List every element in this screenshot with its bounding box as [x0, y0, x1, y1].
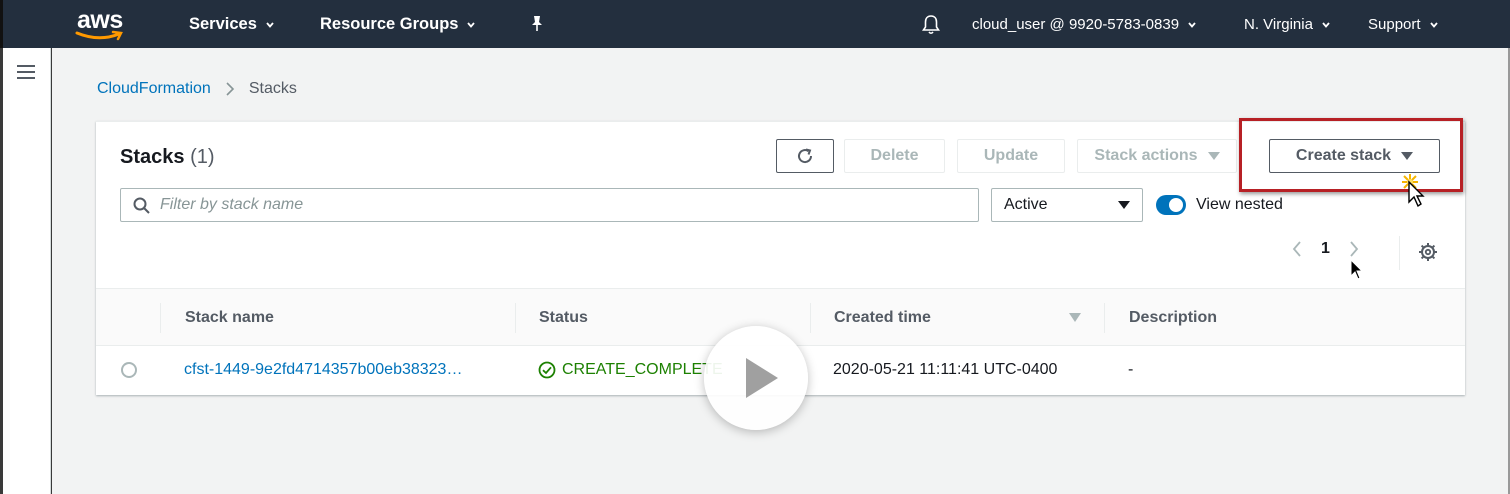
- pagination: 1: [1291, 240, 1360, 258]
- breadcrumb-cloudformation-link[interactable]: CloudFormation: [97, 80, 211, 98]
- delete-button[interactable]: Delete: [844, 139, 945, 173]
- stack-filter-search[interactable]: [120, 188, 979, 222]
- status-filter-select[interactable]: Active: [991, 188, 1143, 222]
- stack-count: (1): [190, 146, 215, 168]
- breadcrumb-current: Stacks: [248, 80, 297, 97]
- main-content: CloudFormation Stacks Stacks (1) Delete …: [52, 48, 1508, 494]
- services-menu[interactable]: Services: [189, 15, 275, 34]
- search-icon: [133, 197, 150, 214]
- description-cell: -: [1128, 361, 1134, 378]
- region-menu[interactable]: N. Virginia: [1244, 16, 1331, 33]
- view-nested-toggle[interactable]: [1156, 195, 1186, 215]
- column-header-description[interactable]: Description: [1129, 309, 1217, 327]
- account-menu[interactable]: cloud_user @ 9920-5783-0839: [972, 16, 1197, 33]
- play-icon: [746, 358, 778, 398]
- account-label: cloud_user @ 9920-5783-0839: [972, 16, 1180, 33]
- refresh-icon: [798, 148, 813, 164]
- panel-title: Stacks (1): [120, 146, 215, 169]
- breadcrumb: CloudFormation Stacks: [97, 80, 297, 98]
- status-text: CREATE_COMPLETE: [562, 361, 723, 378]
- video-play-button[interactable]: [704, 326, 808, 430]
- gear-icon[interactable]: [1418, 242, 1438, 262]
- pointer-cursor-icon: [1350, 258, 1363, 280]
- refresh-button[interactable]: [776, 139, 834, 173]
- column-divider: [515, 303, 516, 333]
- current-page-number[interactable]: 1: [1321, 240, 1330, 258]
- status-cell: CREATE_COMPLETE: [538, 361, 723, 379]
- resource-groups-menu[interactable]: Resource Groups: [320, 15, 476, 34]
- success-check-icon: [538, 361, 556, 379]
- hamburger-menu-icon[interactable]: [17, 65, 35, 79]
- chevron-down-icon: [1429, 21, 1438, 28]
- stack-actions-button[interactable]: Stack actions: [1077, 139, 1237, 173]
- support-label: Support: [1368, 16, 1421, 33]
- bell-icon[interactable]: [921, 14, 941, 36]
- row-select-radio[interactable]: [121, 362, 137, 378]
- panel-title-text: Stacks: [120, 146, 185, 168]
- aws-logo[interactable]: aws: [75, 6, 131, 42]
- chevron-right-icon: [226, 82, 234, 96]
- caret-down-icon: [1118, 201, 1130, 209]
- created-time-cell: 2020-05-21 11:11:41 UTC-0400: [833, 361, 1058, 378]
- chevron-down-icon: [467, 21, 476, 28]
- aws-smile-icon: [75, 30, 123, 41]
- column-header-created-time[interactable]: Created time: [834, 309, 931, 327]
- resource-groups-label: Resource Groups: [320, 15, 459, 33]
- region-label: N. Virginia: [1244, 16, 1313, 33]
- sort-descending-icon[interactable]: [1069, 313, 1081, 322]
- mouse-cursor-icon: [1402, 174, 1425, 208]
- column-divider: [810, 303, 811, 333]
- stack-name-link[interactable]: cfst-1449-9e2fd4714357b00eb38323…: [184, 361, 462, 379]
- divider: [1399, 236, 1400, 270]
- column-divider: [1104, 303, 1105, 333]
- support-menu[interactable]: Support: [1368, 16, 1439, 33]
- top-navigation-bar: aws Services Resource Groups cloud_user …: [0, 0, 1510, 48]
- side-navigation-rail: [3, 48, 51, 494]
- column-header-status[interactable]: Status: [539, 309, 588, 327]
- chevron-down-icon: [1188, 21, 1196, 28]
- chevron-down-icon: [1322, 21, 1330, 28]
- status-filter-value: Active: [1004, 196, 1048, 213]
- update-label: Update: [983, 147, 1039, 164]
- update-button[interactable]: Update: [957, 139, 1065, 173]
- caret-down-icon: [1207, 152, 1220, 160]
- previous-page-icon[interactable]: [1291, 240, 1303, 258]
- view-nested-label: View nested: [1196, 196, 1283, 213]
- column-header-stack-name[interactable]: Stack name: [185, 309, 274, 327]
- services-label: Services: [189, 15, 257, 33]
- search-input[interactable]: [160, 196, 960, 214]
- column-divider: [160, 303, 161, 333]
- delete-label: Delete: [870, 147, 919, 164]
- chevron-down-icon: [266, 21, 274, 28]
- next-page-icon[interactable]: [1348, 240, 1360, 258]
- pin-icon[interactable]: [529, 15, 545, 33]
- stack-actions-label: Stack actions: [1094, 147, 1198, 164]
